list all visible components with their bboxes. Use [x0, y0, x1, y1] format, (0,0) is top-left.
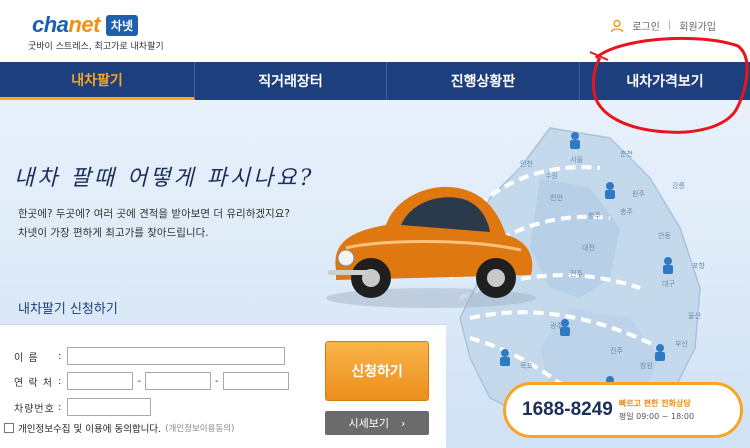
hero-description: 한곳에? 두곳에? 여러 곳에 견적을 받아보면 더 유리하겠지요? 차넷이 가… — [18, 205, 290, 243]
map-label: 광주 — [550, 322, 563, 330]
price-button-label: 시세보기 — [348, 417, 390, 430]
logo-wordmark: chanet — [32, 12, 100, 37]
map-label: 서울 — [570, 155, 583, 164]
carno-label: 차량번호 — [14, 403, 55, 415]
map-label: 원주 — [632, 189, 645, 198]
privacy-terms-link[interactable]: (개인정보이용동의) — [165, 422, 234, 434]
map-label: 강릉 — [672, 181, 685, 190]
carno-row: 차량번호 : — [14, 398, 152, 416]
hotline-caption-hours: 평일 09:00 ~ 18:00 — [618, 412, 695, 421]
nav-tab-progress-board[interactable]: 진행상황판 — [387, 62, 580, 100]
hero-desc-line: 한곳에? 두곳에? 여러 곳에 견적을 받아보면 더 유리하겠지요? — [18, 208, 290, 220]
sell-request-form: 이 름 : 연 락 처 : - - 차량번호 : 개인정보수집 및 이용에 동의… — [0, 324, 446, 448]
phone-label: 연 락 처 — [14, 377, 53, 389]
map-label: 전주 — [570, 269, 583, 278]
tagline: 굿바이 스트레스, 최고가로 내차팔기 — [28, 42, 164, 52]
nav-tab-sell-car[interactable]: 내차팔기 — [0, 62, 195, 100]
phone-input-3[interactable] — [222, 372, 289, 390]
privacy-consent: 개인정보수집 및 이용에 동의합니다. (개인정보이용동의) — [4, 421, 234, 435]
map-label: 천안 — [550, 193, 563, 202]
dash: - — [137, 375, 141, 387]
hotline-caption-title: 빠르고 편한 전화상담 — [618, 399, 691, 408]
map-label: 인천 — [520, 159, 533, 168]
apply-button[interactable]: 신청하기 — [325, 341, 429, 401]
map-label: 부산 — [675, 339, 688, 348]
map-label: 목포 — [520, 362, 533, 370]
orange-car-image — [326, 186, 536, 308]
name-row: 이 름 : — [14, 347, 286, 365]
map-label: 대전 — [582, 243, 595, 252]
logo-badge: 차넷 — [105, 14, 139, 36]
red-annotation-circle — [589, 36, 749, 134]
map-label: 진주 — [610, 346, 623, 355]
hotline-badge: 1688-8249 빠르고 편한 전화상담 평일 09:00 ~ 18:00 — [503, 382, 743, 438]
map-label: 충주 — [620, 207, 633, 216]
colon: : — [58, 350, 62, 362]
map-label: 울산 — [688, 311, 701, 320]
map-label: 창원 — [640, 361, 653, 370]
phone-input-1[interactable] — [67, 372, 134, 390]
price-check-button[interactable]: 시세보기 › — [325, 411, 429, 435]
colon: : — [58, 375, 62, 387]
hero-desc-line: 차넷이 가장 편하게 최고가를 찾아드립니다. — [18, 227, 209, 239]
map-label: 안동 — [658, 231, 671, 240]
chanet-logo[interactable]: chanet 차넷 — [32, 12, 139, 38]
dash: - — [214, 375, 219, 387]
colon: : — [58, 401, 62, 413]
name-input[interactable] — [67, 347, 286, 365]
map-label: 수원 — [545, 171, 558, 180]
map-label: 청주 — [588, 212, 601, 220]
consent-text: 개인정보수집 및 이용에 동의합니다. — [18, 424, 162, 435]
phone-row: 연 락 처 : - - — [14, 372, 289, 390]
name-label: 이 름 — [14, 352, 39, 364]
hotline-caption: 빠르고 편한 전화상담 평일 09:00 ~ 18:00 — [619, 397, 694, 423]
map-label: 춘천 — [620, 149, 633, 158]
consent-checkbox[interactable] — [4, 423, 14, 433]
map-label: 대구 — [662, 280, 675, 288]
chevron-right-icon: › — [401, 416, 406, 430]
phone-input-2[interactable] — [144, 372, 211, 390]
form-title: 내차팔기 신청하기 — [18, 302, 118, 317]
nav-tab-direct-market[interactable]: 직거래장터 — [195, 62, 387, 100]
hotline-number: 1688-8249 — [522, 399, 613, 420]
map-label: 포항 — [692, 261, 705, 270]
hero-question: 내차 팔때 어떻게 파시나요? — [14, 166, 315, 191]
car-number-input[interactable] — [67, 398, 152, 416]
